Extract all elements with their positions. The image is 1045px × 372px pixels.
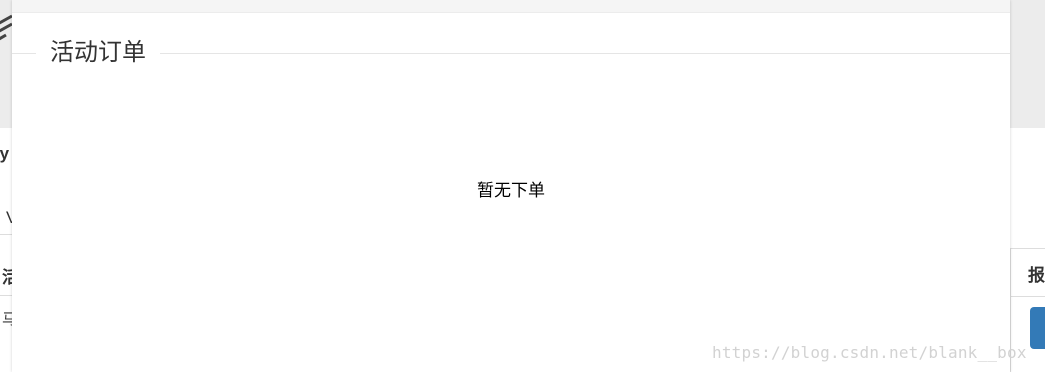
fieldset-divider bbox=[12, 53, 1010, 54]
background-table-header: 活 bbox=[2, 268, 12, 287]
watermark: https://blog.csdn.net/blank__box bbox=[712, 343, 1027, 362]
modal-header-bar bbox=[12, 0, 1010, 13]
background-divider bbox=[0, 295, 12, 296]
background-table-cell: 马 bbox=[2, 311, 12, 328]
background-table-header: 报 bbox=[1028, 266, 1045, 285]
modal-title: 活动订单 bbox=[36, 36, 160, 70]
background-divider bbox=[1010, 248, 1045, 249]
empty-state-message: 暂无下单 bbox=[477, 181, 545, 200]
background-action-button[interactable] bbox=[1030, 307, 1045, 349]
background-divider bbox=[0, 234, 12, 235]
active-orders-modal: 活动订单 暂无下单 bbox=[12, 0, 1010, 372]
background-text-row: ty bbox=[0, 144, 10, 163]
background-divider bbox=[1010, 296, 1045, 297]
